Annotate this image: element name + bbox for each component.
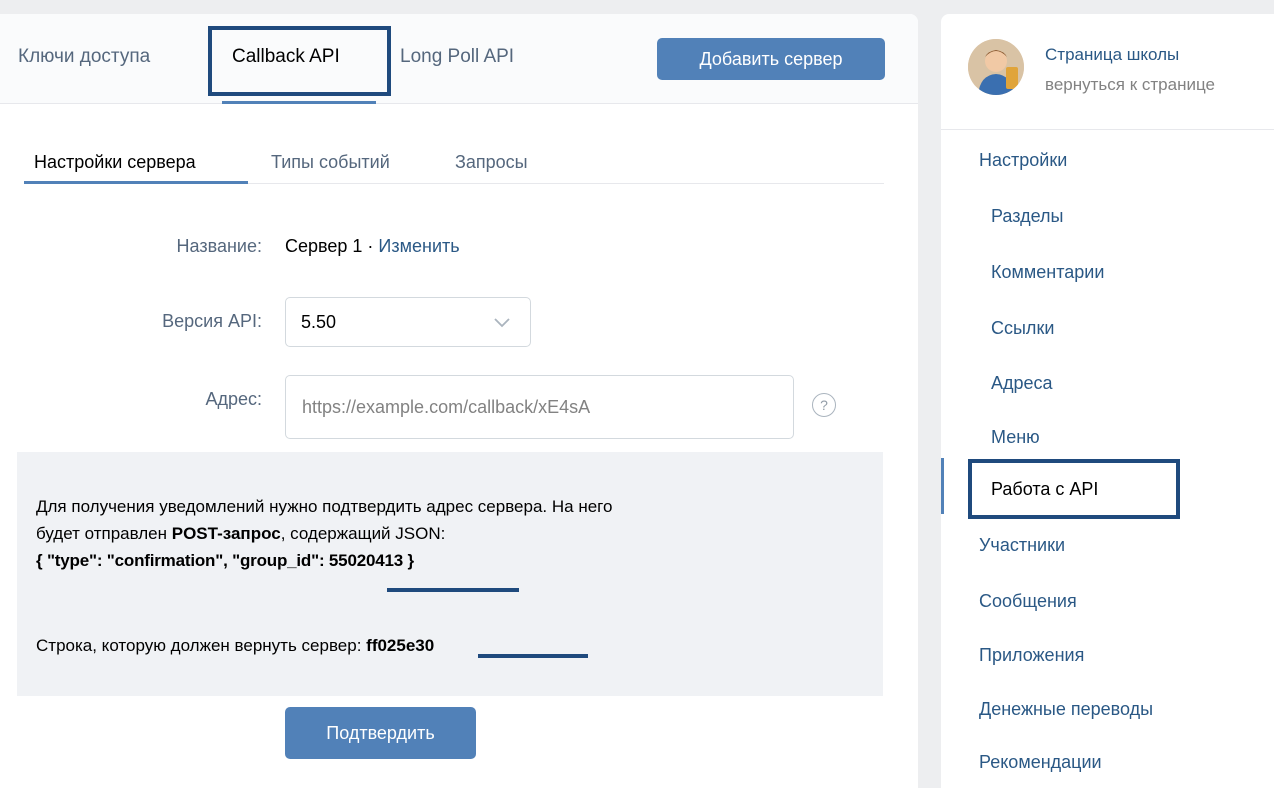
- subtab-event-types[interactable]: Типы событий: [271, 152, 390, 173]
- sidebar-item-members[interactable]: Участники: [979, 535, 1065, 556]
- sidebar-item-addresses[interactable]: Адреса: [991, 373, 1053, 394]
- api-version-value: 5.50: [301, 312, 337, 332]
- info-line-2-suffix: , содержащий JSON:: [280, 524, 446, 543]
- sidebar-divider: [941, 129, 1274, 130]
- tab-access-keys[interactable]: Ключи доступа: [18, 46, 150, 68]
- sidebar-item-messages[interactable]: Сообщения: [979, 591, 1077, 612]
- active-tab-indicator: [222, 101, 376, 104]
- info-line-1: Для получения уведомлений нужно подтверд…: [36, 497, 613, 516]
- sidebar-item-apps[interactable]: Приложения: [979, 645, 1084, 666]
- sidebar-item-sections[interactable]: Разделы: [991, 206, 1063, 227]
- tab-long-poll-api[interactable]: Long Poll API: [400, 46, 514, 68]
- tab-callback-api[interactable]: Callback API: [232, 46, 340, 68]
- community-title-link[interactable]: Страница школы: [1045, 45, 1179, 65]
- confirmation-code: ff025e30: [366, 636, 435, 655]
- address-label: Адрес:: [205, 389, 262, 409]
- subtab-server-settings[interactable]: Настройки сервера: [34, 152, 196, 173]
- name-label: Название:: [176, 236, 262, 256]
- subtab-requests[interactable]: Запросы: [455, 152, 528, 173]
- address-input[interactable]: [285, 375, 794, 439]
- server-name-value: Сервер 1: [285, 236, 363, 256]
- add-server-button[interactable]: Добавить сервер: [657, 38, 885, 80]
- back-to-page-link[interactable]: вернуться к странице: [1045, 75, 1215, 95]
- community-sidebar: Страница школы вернуться к странице Наст…: [941, 14, 1274, 788]
- confirmation-code-highlight: [478, 654, 588, 658]
- confirm-button[interactable]: Подтвердить: [285, 707, 476, 759]
- sidebar-item-recommendations[interactable]: Рекомендации: [979, 752, 1102, 773]
- sidebar-item-settings[interactable]: Настройки: [979, 150, 1067, 171]
- confirmation-info-text: Для получения уведомлений нужно подтверд…: [36, 493, 876, 574]
- server-settings-card: Ключи доступа Callback API Long Poll API…: [0, 14, 918, 788]
- top-tabs-bar: Ключи доступа Callback API Long Poll API…: [0, 14, 918, 104]
- info-line-2-prefix: будет отправлен: [36, 524, 172, 543]
- sidebar-active-indicator: [941, 458, 944, 514]
- change-name-link[interactable]: Изменить: [378, 236, 459, 256]
- server-name: Сервер 1 · Изменить: [285, 236, 460, 257]
- sidebar-item-money-transfers[interactable]: Денежные переводы: [979, 699, 1153, 720]
- confirmation-json: { "type": "confirmation", "group_id": 55…: [36, 551, 414, 570]
- chevron-down-icon: [494, 318, 510, 328]
- name-separator: ·: [362, 236, 379, 256]
- api-version-label: Версия API:: [162, 311, 262, 331]
- sidebar-item-menu[interactable]: Меню: [991, 427, 1040, 448]
- post-request-text: POST-запрос: [171, 524, 281, 543]
- group-id-highlight: [387, 588, 519, 592]
- return-string-line: Строка, которую должен вернуть сервер: f…: [36, 636, 434, 656]
- avatar-image: [968, 39, 1024, 95]
- info-line-2: будет отправлен POST-запрос, содержащий …: [36, 520, 876, 547]
- api-version-select[interactable]: 5.50: [285, 297, 531, 347]
- help-icon[interactable]: ?: [812, 393, 836, 417]
- return-string-label: Строка, которую должен вернуть сервер:: [36, 636, 367, 655]
- sidebar-item-comments[interactable]: Комментарии: [991, 262, 1104, 283]
- confirmation-info-block: [17, 452, 883, 696]
- sidebar-item-api[interactable]: Работа с API: [991, 479, 1098, 500]
- avatar[interactable]: [968, 39, 1024, 95]
- active-subtab-indicator: [24, 181, 248, 184]
- sidebar-item-links[interactable]: Ссылки: [991, 318, 1054, 339]
